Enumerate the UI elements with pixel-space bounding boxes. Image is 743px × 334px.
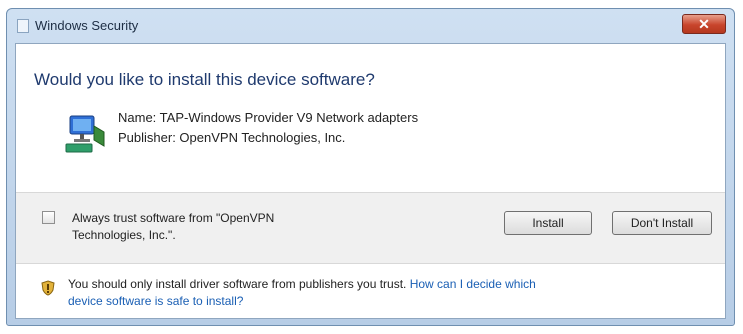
security-dialog: Windows Security ✕ Would you like to ins… [6, 8, 735, 326]
always-trust-label[interactable]: Always trust software from "OpenVPN Tech… [72, 210, 332, 244]
dont-install-button[interactable]: Don't Install [612, 211, 712, 235]
always-trust-line1: Always trust software from "OpenVPN [72, 211, 275, 225]
install-question: Would you like to install this device so… [34, 70, 375, 89]
dialog-body: Would you like to install this device so… [15, 43, 726, 319]
install-button[interactable]: Install [504, 211, 592, 235]
window-title: Windows Security [35, 18, 139, 33]
title-bar[interactable]: Windows Security ✕ [7, 9, 734, 43]
help-link-continued[interactable]: device software is safe to install? [68, 294, 243, 308]
close-button[interactable]: ✕ [682, 14, 726, 34]
device-name: Name: TAP-Windows Provider V9 Network ad… [118, 110, 419, 125]
help-link[interactable]: How can I decide which [410, 277, 536, 291]
options-panel: Always trust software from "OpenVPN Tech… [16, 192, 725, 264]
warning-message: You should only install driver software … [68, 277, 410, 291]
close-icon: ✕ [698, 16, 710, 32]
window-icon [17, 19, 29, 33]
warning-text: You should only install driver software … [68, 276, 708, 310]
network-adapter-icon [65, 115, 105, 153]
always-trust-checkbox[interactable] [42, 211, 55, 224]
always-trust-line2: Technologies, Inc.". [72, 228, 176, 242]
device-publisher: Publisher: OpenVPN Technologies, Inc. [118, 130, 346, 145]
shield-icon [41, 280, 55, 296]
